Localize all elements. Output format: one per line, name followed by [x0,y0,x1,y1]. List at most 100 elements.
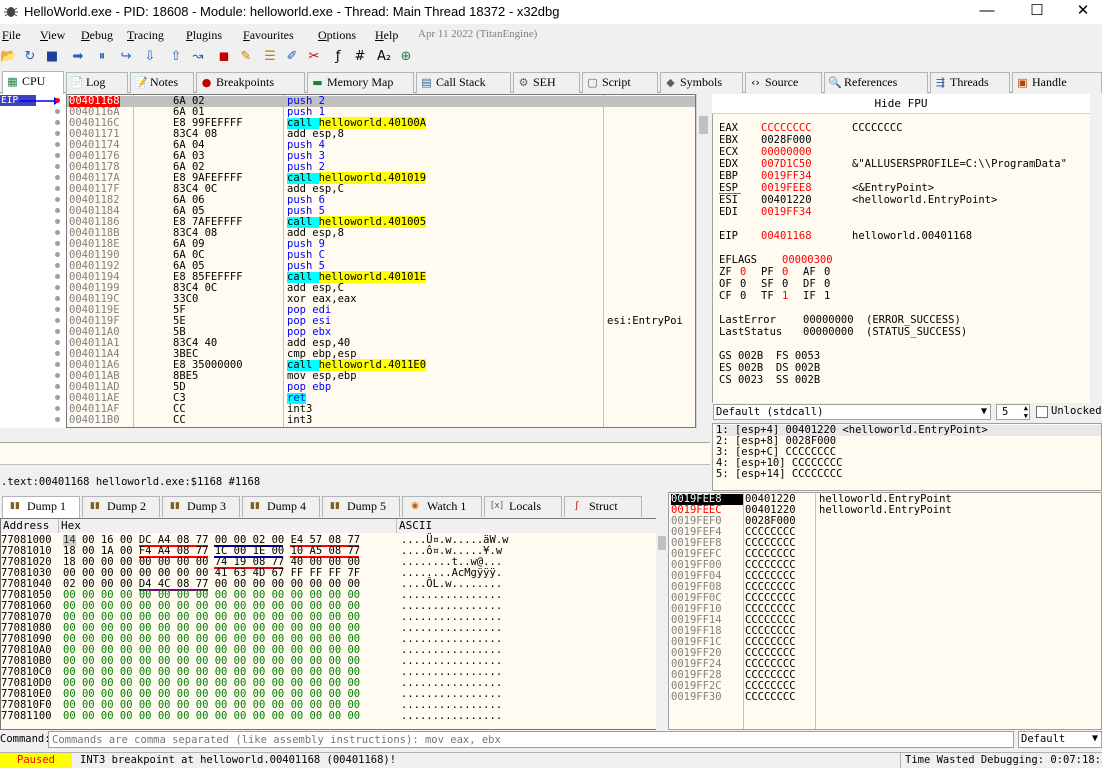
disasm-row[interactable]: 004011AD 5D pop ebp [67,382,695,393]
dump-row[interactable]: 77081100 00 00 00 00 00 00 00 00 00 00 00… [1,711,657,722]
breakpoint-dot-icon[interactable] [55,329,60,334]
disasm-row[interactable]: 004011A6 E8 35000000 call helloworld.4011E… [67,359,695,371]
disasm-row[interactable]: 004011AF CC int3 [67,404,695,415]
disasm-row[interactable]: 0040119C 33C0 xor eax,eax [67,294,695,305]
disasm-row[interactable]: 00401171 83C4 08 add esp,8 [67,129,695,140]
label-icon[interactable]: ✐ [284,49,300,65]
tab-cpu[interactable]: ▦ CPU [2,71,64,94]
menu-options[interactable]: Options [318,28,356,43]
breakpoint-dot-icon[interactable] [55,252,60,257]
disasm-row[interactable]: 004011AB 8BE5 mov esp,ebp [67,371,695,382]
registers-scrollbar[interactable] [1090,94,1102,404]
breakpoint-dot-icon[interactable] [55,285,60,290]
globe-icon[interactable]: ⊕ [398,49,414,65]
tab-notes[interactable]: 📝 Notes [130,72,194,93]
disasm-row[interactable]: 0040119E 5F pop edi [67,305,695,316]
command-input[interactable] [48,731,1014,748]
stack-row[interactable]: 0019FF08 CCCCCCCC [669,582,1101,593]
menu-tracing[interactable]: Tracing [127,28,164,43]
breakpoint-dot-icon[interactable] [55,230,60,235]
minimize-button[interactable]: — [964,0,1010,24]
restart-icon[interactable]: ↻ [22,49,38,65]
stack-row[interactable]: 0019FF28 CCCCCCCC [669,670,1101,681]
breakpoint-icon[interactable]: ◼ [216,49,232,65]
menu-view[interactable]: View [40,28,65,43]
stack-row[interactable]: 0019FF2C CCCCCCCC [669,681,1101,692]
disassembly-view[interactable]: 00401168 6A 02 push 2 0040116A 6A 01 push 1 00… [66,94,696,428]
breakpoint-dot-icon[interactable] [55,208,60,213]
breakpoint-dot-icon[interactable] [55,241,60,246]
stack-row[interactable]: 0019FEF8 CCCCCCCC [669,538,1101,549]
breakpoint-dot-icon[interactable] [55,274,60,279]
stack-row[interactable]: 0019FEF0 0028F000 [669,516,1101,527]
disasm-row[interactable]: 00401182 6A 06 push 6 [67,195,695,206]
breakpoint-dot-icon[interactable] [55,362,60,367]
step-over-icon[interactable]: ⇩ [142,49,158,65]
breakpoint-dot-icon[interactable] [55,98,60,103]
disasm-row[interactable]: 00401176 6A 03 push 3 [67,151,695,162]
menu-favourites[interactable]: Favourites [243,28,294,43]
stack-row[interactable]: 0019FF18 CCCCCCCC [669,626,1101,637]
maximize-button[interactable]: ☐ [1014,0,1060,24]
calling-convention-select[interactable]: Default (stdcall) ▼ [713,404,991,420]
disasm-row[interactable]: 004011A1 83C4 40 add esp,40 [67,338,695,349]
run-icon[interactable]: ➡ [70,49,86,65]
scroll-thumb[interactable] [658,536,666,550]
breakpoint-dot-icon[interactable] [55,109,60,114]
close-button[interactable]: ✕ [1060,0,1102,24]
disasm-row[interactable]: 00401190 6A 0C push C [67,250,695,261]
disasm-row[interactable]: 00401168 6A 02 push 2 [67,96,695,107]
dump-view[interactable]: Address Hex ASCII 77081000 14 00 16 00 DC… [0,518,658,730]
disasm-row[interactable]: 0040119F 5E pop esi esi:EntryPoi [67,316,695,327]
tab-source[interactable]: ‹› Source [745,72,822,93]
tab-dump-3[interactable]: ▮▮ Dump 3 [162,496,240,517]
bookmark-icon[interactable]: ✂ [306,49,322,65]
breakpoint-dot-icon[interactable] [55,263,60,268]
breakpoint-dot-icon[interactable] [55,417,60,422]
breakpoint-dot-icon[interactable] [55,186,60,191]
tab-threads[interactable]: ⇶ Threads [930,72,1010,93]
menu-plugins[interactable]: Plugins [186,28,222,43]
disasm-hscrollbar[interactable] [66,428,710,442]
arg-count-stepper[interactable]: 5 ▲ ▼ [996,404,1030,420]
menu-debug[interactable]: Debug [81,28,113,43]
disasm-row[interactable]: 0040117A E8 9AFEFFFF call helloworld.40101… [67,172,695,184]
command-mode-select[interactable]: Default ▼ [1018,731,1102,748]
stack-row[interactable]: 0019FEFC CCCCCCCC [669,549,1101,560]
stack-row[interactable]: 0019FF10 CCCCCCCC [669,604,1101,615]
tab-memory-map[interactable]: ▬ Memory Map [307,72,414,93]
tab-call-stack[interactable]: ▤ Call Stack [416,72,511,93]
patch-icon[interactable]: ✎ [238,49,254,65]
tab-dump-5[interactable]: ▮▮ Dump 5 [322,496,400,517]
disasm-scrollbar[interactable] [696,94,710,428]
hash-icon[interactable]: # [352,49,368,65]
disasm-row[interactable]: 004011AE C3 ret [67,393,695,404]
step-out-icon[interactable]: ⇧ [168,49,184,65]
breakpoint-dot-icon[interactable] [55,406,60,411]
breakpoint-dot-icon[interactable] [55,307,60,312]
stack-row[interactable]: 0019FF24 CCCCCCCC [669,659,1101,670]
stack-row[interactable]: 0019FF04 CCCCCCCC [669,571,1101,582]
tab-handle[interactable]: ▣ Handle [1012,72,1102,93]
tab-symbols[interactable]: ◆ Symbols [660,72,743,93]
tab-script[interactable]: ▢ Script [582,72,658,93]
stack-row[interactable]: 0019FF30 CCCCCCCC [669,692,1101,703]
tab-locals[interactable]: [x] Locals [484,496,562,517]
breakpoint-dot-icon[interactable] [55,164,60,169]
breakpoint-dot-icon[interactable] [55,219,60,224]
stack-row[interactable]: 0019FF0C CCCCCCCC [669,593,1101,604]
stack-row[interactable]: 0019FF00 CCCCCCCC [669,560,1101,571]
tab-references[interactable]: 🔍 References [824,72,928,93]
disasm-row[interactable]: 00401186 E8 7AFEFFFF call helloworld.40100… [67,216,695,228]
breakpoint-dot-icon[interactable] [55,153,60,158]
disasm-row[interactable]: 0040118E 6A 09 push 9 [67,239,695,250]
menu-help[interactable]: Help [375,28,398,43]
stack-row[interactable]: 0019FF1C CCCCCCCC [669,637,1101,648]
breakpoint-dot-icon[interactable] [55,142,60,147]
function-icon[interactable]: ƒ [330,49,346,65]
disasm-row[interactable]: 00401199 83C4 0C add esp,C [67,283,695,294]
breakpoint-dot-icon[interactable] [55,296,60,301]
unlocked-checkbox[interactable] [1036,406,1048,418]
breakpoint-dot-icon[interactable] [55,373,60,378]
stack-arg-row[interactable]: 5: [esp+14] CCCCCCCC [716,469,1101,480]
